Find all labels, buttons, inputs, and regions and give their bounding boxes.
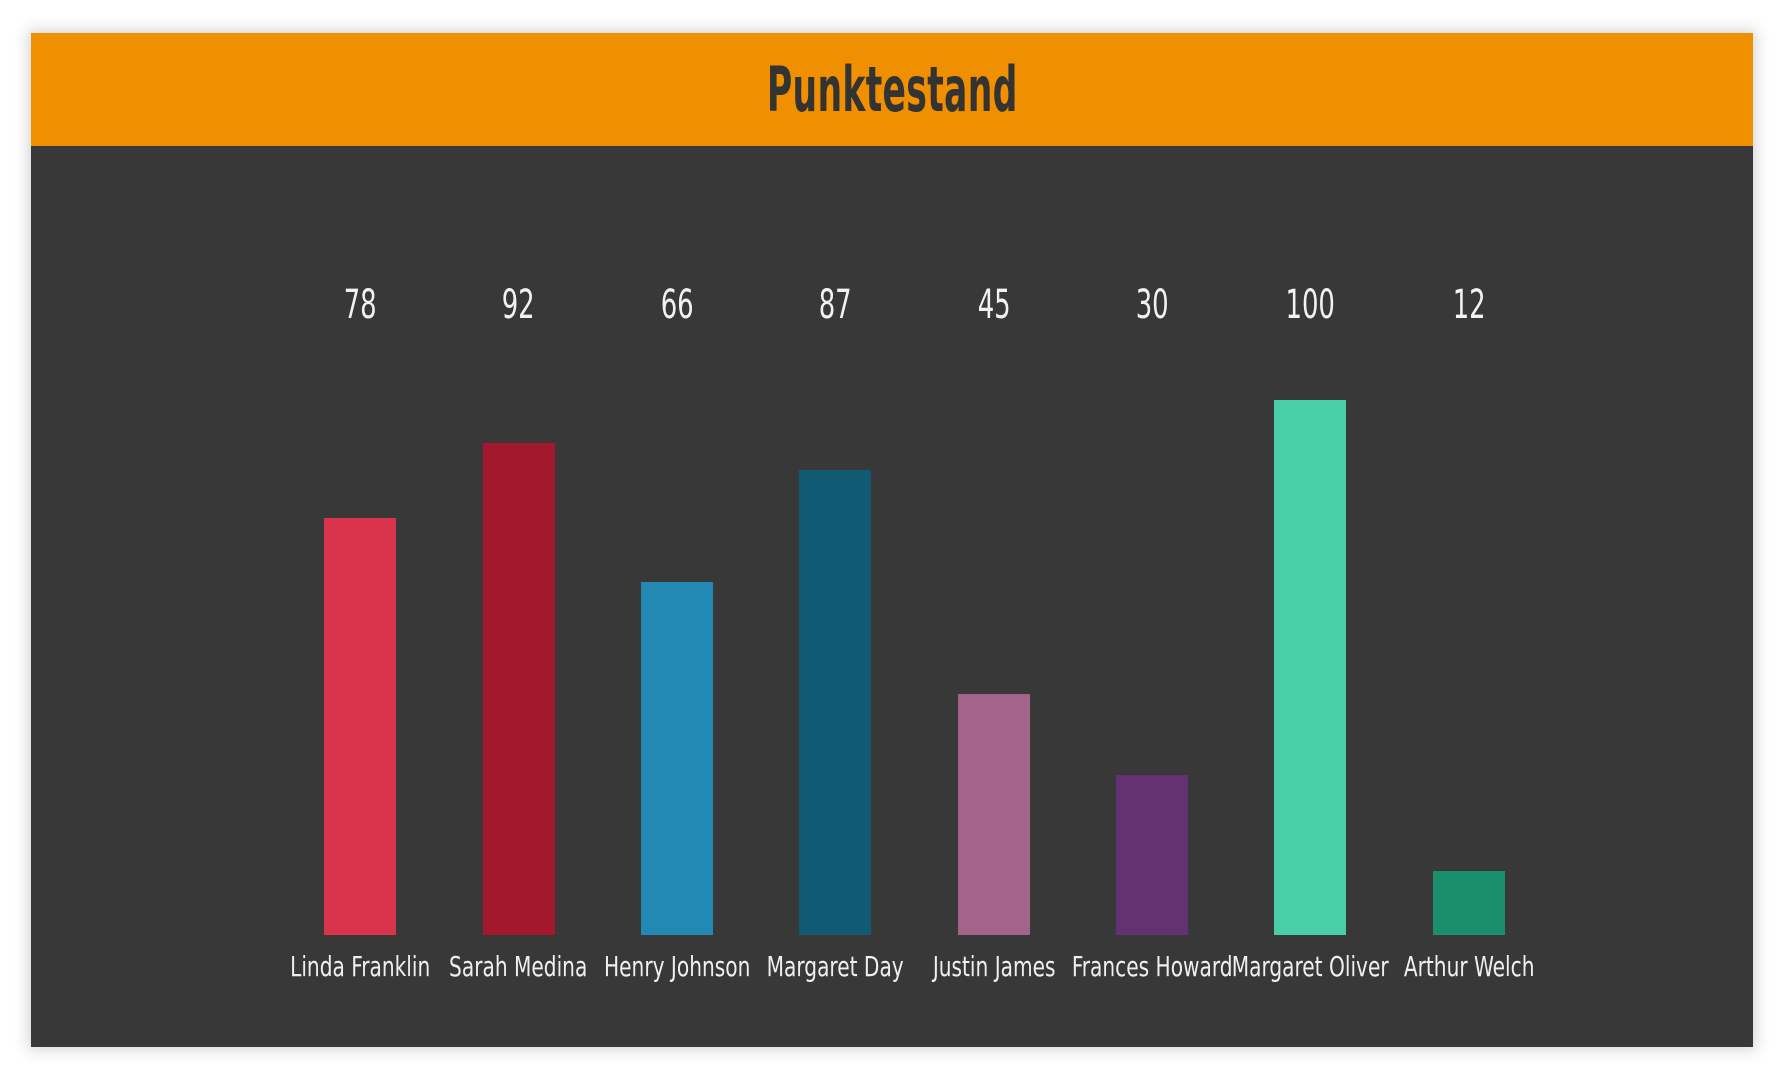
bar-group: 100 Margaret Oliver <box>1231 146 1389 1047</box>
bar-rect[interactable] <box>957 694 1030 935</box>
bar-column <box>640 581 713 935</box>
page-title: Punktestand <box>766 53 1018 126</box>
bar-category-label: Margaret Oliver <box>1231 950 1389 983</box>
bar-category-label: Arthur Welch <box>1403 950 1535 983</box>
bar-category-label: Henry Johnson <box>603 950 751 983</box>
bar-category-label: Frances Howard <box>1071 950 1233 983</box>
bar-column <box>1432 870 1505 935</box>
bar-column <box>482 442 555 935</box>
bar-rect[interactable] <box>1432 870 1505 935</box>
bar-group: 78 Linda Franklin <box>281 146 439 1047</box>
bars-row: 78 Linda Franklin 92 Sarah Medina 66 Henry Jo… <box>281 146 1548 1047</box>
bar-group: 45 Justin James <box>915 146 1073 1047</box>
bar-column <box>1274 400 1347 935</box>
bar-rect[interactable] <box>324 517 397 935</box>
bar-category-label: Linda Franklin <box>290 950 431 983</box>
bar-value-label: 30 <box>1135 282 1169 328</box>
bar-rect[interactable] <box>1274 400 1347 935</box>
bar-rect[interactable] <box>482 442 555 935</box>
bar-rect[interactable] <box>640 581 713 935</box>
bar-group: 12 Arthur Welch <box>1390 146 1548 1047</box>
bar-column <box>1116 774 1189 935</box>
bar-group: 92 Sarah Medina <box>439 146 597 1047</box>
bar-column <box>799 469 872 935</box>
bar-group: 87 Margaret Day <box>756 146 914 1047</box>
bar-value-label: 92 <box>502 282 536 328</box>
chart-header: Punktestand <box>31 33 1753 146</box>
bar-value-label: 66 <box>660 282 694 328</box>
bar-value-label: 12 <box>1452 282 1486 328</box>
bar-column <box>957 694 1030 935</box>
bar-category-label: Margaret Day <box>766 950 904 983</box>
bar-category-label: Sarah Medina <box>449 950 588 983</box>
bar-value-label: 78 <box>343 282 377 328</box>
bar-rect[interactable] <box>799 469 872 935</box>
bar-value-label: 87 <box>818 282 852 328</box>
plot-area: 78 Linda Franklin 92 Sarah Medina 66 Henry Jo… <box>31 146 1753 1047</box>
bar-value-label: 45 <box>977 282 1011 328</box>
bar-group: 30 Frances Howard <box>1071 146 1233 1047</box>
bar-rect[interactable] <box>1116 774 1189 935</box>
bar-value-label: 100 <box>1285 282 1336 328</box>
bar-group: 66 Henry Johnson <box>598 146 756 1047</box>
chart-card: Punktestand 78 Linda Franklin 92 Sarah Medi… <box>31 33 1753 1047</box>
bar-category-label: Justin James <box>932 950 1056 983</box>
bar-column <box>324 517 397 935</box>
